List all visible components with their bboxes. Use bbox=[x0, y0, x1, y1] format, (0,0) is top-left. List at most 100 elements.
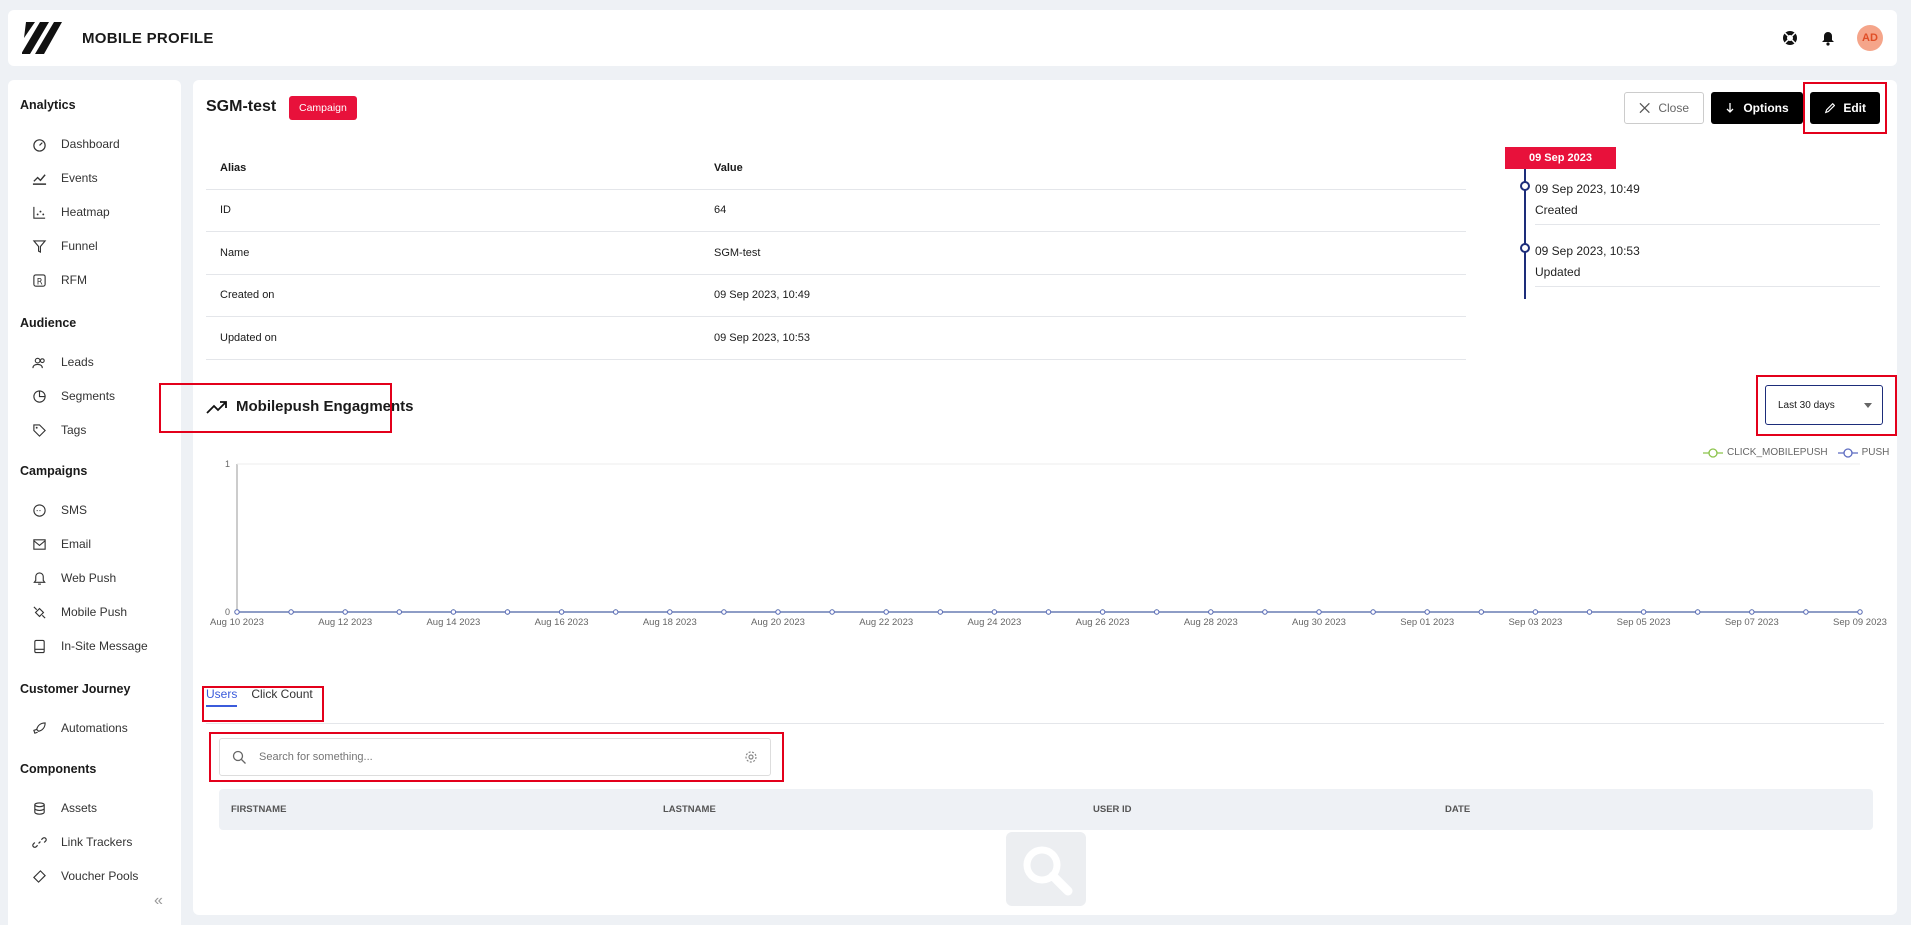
sidebar-section-components: Components bbox=[20, 762, 97, 776]
x-tick-label: Aug 10 2023 bbox=[210, 617, 264, 628]
x-tick-label: Aug 12 2023 bbox=[318, 617, 372, 628]
data-point[interactable] bbox=[342, 609, 348, 615]
sidebar-item-dashboard[interactable]: Dashboard bbox=[32, 135, 120, 153]
data-point[interactable] bbox=[667, 609, 673, 615]
data-point[interactable] bbox=[1045, 609, 1052, 615]
data-point[interactable] bbox=[396, 609, 403, 615]
satellite-icon bbox=[33, 605, 46, 619]
search-input[interactable] bbox=[259, 751, 719, 763]
search-icon bbox=[232, 750, 246, 764]
data-point[interactable] bbox=[775, 609, 781, 615]
sidebar-item-automations[interactable]: Automations bbox=[32, 719, 128, 737]
column-header-firstname[interactable]: FIRSTNAME bbox=[231, 804, 286, 815]
sidebar-section-audience: Audience bbox=[20, 316, 77, 330]
data-point[interactable] bbox=[1154, 609, 1160, 615]
sidebar-item-assets[interactable]: Assets bbox=[32, 799, 97, 817]
avatar[interactable]: AD bbox=[1857, 25, 1883, 51]
timeline-entry: 09 Sep 2023, 10:53 Updated bbox=[1535, 237, 1880, 287]
sidebar-item-in-site-message[interactable]: In-Site Message bbox=[32, 637, 148, 655]
data-point[interactable] bbox=[1803, 609, 1809, 615]
status-badge: Campaign bbox=[289, 96, 357, 120]
sidebar-item-segments[interactable]: Segments bbox=[32, 387, 115, 405]
edit-button[interactable]: Edit bbox=[1810, 92, 1880, 124]
sidebar-item-mobile-push[interactable]: Mobile Push bbox=[32, 603, 127, 621]
column-header-lastname[interactable]: LASTNAME bbox=[663, 804, 716, 815]
data-point[interactable] bbox=[504, 609, 511, 615]
x-tick-label: Aug 30 2023 bbox=[1292, 617, 1346, 628]
data-point[interactable] bbox=[1099, 609, 1106, 615]
data-point[interactable] bbox=[721, 609, 727, 615]
data-point[interactable] bbox=[829, 609, 835, 615]
x-tick-label: Sep 05 2023 bbox=[1617, 617, 1671, 628]
sidebar-item-web-push[interactable]: Web Push bbox=[32, 569, 116, 587]
data-point[interactable] bbox=[1208, 609, 1214, 615]
data-point[interactable] bbox=[613, 609, 619, 615]
x-tick-label: Aug 22 2023 bbox=[859, 617, 913, 628]
arrow-down-icon bbox=[1726, 103, 1734, 113]
close-button[interactable]: Close bbox=[1624, 92, 1704, 124]
x-tick-label: Sep 09 2023 bbox=[1833, 617, 1887, 628]
link-icon bbox=[32, 836, 47, 848]
sidebar-item-link-trackers[interactable]: Link Trackers bbox=[32, 833, 132, 851]
data-point[interactable] bbox=[937, 609, 943, 615]
data-point[interactable] bbox=[558, 609, 565, 615]
options-button[interactable]: Options bbox=[1711, 92, 1803, 124]
data-point[interactable] bbox=[1370, 609, 1376, 615]
data-point[interactable] bbox=[1478, 609, 1485, 615]
table-row: ID 64 bbox=[206, 190, 1466, 232]
tag-icon bbox=[33, 423, 46, 437]
sidebar-item-tags[interactable]: Tags bbox=[32, 421, 86, 439]
sidebar-item-voucher-pools[interactable]: Voucher Pools bbox=[32, 867, 138, 885]
data-point[interactable] bbox=[1749, 609, 1755, 615]
table-cell: SGM-test bbox=[714, 246, 761, 259]
gauge-icon bbox=[33, 138, 46, 152]
data-point[interactable] bbox=[1695, 609, 1701, 615]
data-point[interactable] bbox=[1316, 609, 1322, 615]
table-cell: 64 bbox=[714, 204, 727, 217]
data-point[interactable] bbox=[1424, 609, 1430, 615]
sidebar-item-heatmap[interactable]: Heatmap bbox=[32, 203, 110, 221]
tab-click-count[interactable]: Click Count bbox=[251, 687, 312, 707]
sidebar-item-events[interactable]: Events bbox=[32, 169, 98, 187]
sidebar-item-label: Email bbox=[61, 537, 92, 551]
collapse-sidebar-icon[interactable]: « bbox=[154, 892, 163, 910]
engagements-title: Mobilepush Engagments bbox=[206, 398, 414, 415]
users-icon bbox=[32, 357, 45, 368]
sidebar-item-label: Tags bbox=[61, 423, 87, 437]
sidebar-item-label: RFM bbox=[61, 273, 87, 287]
data-point[interactable] bbox=[1532, 609, 1539, 615]
sidebar-item-rfm[interactable]: R RFM bbox=[32, 271, 87, 289]
sidebar-section-customer-journey: Customer Journey bbox=[20, 682, 131, 696]
table-cell: ID bbox=[220, 204, 231, 217]
sidebar-item-email[interactable]: Email bbox=[32, 535, 91, 553]
sidebar-item-leads[interactable]: Leads bbox=[32, 353, 94, 371]
sidebar-item-sms[interactable]: SMS bbox=[32, 501, 87, 519]
bell-icon bbox=[33, 571, 46, 585]
data-point[interactable] bbox=[450, 609, 457, 615]
data-point[interactable] bbox=[234, 609, 240, 615]
search-box[interactable] bbox=[219, 738, 771, 776]
data-point[interactable] bbox=[1586, 609, 1593, 615]
data-point[interactable] bbox=[1262, 609, 1268, 615]
logo-icon[interactable] bbox=[22, 16, 66, 60]
data-point[interactable] bbox=[288, 609, 294, 615]
sidebar-item-funnel[interactable]: Funnel bbox=[32, 237, 98, 255]
column-header-user-id[interactable]: USER ID bbox=[1093, 804, 1132, 815]
data-point[interactable] bbox=[883, 609, 889, 615]
x-tick-label: Aug 20 2023 bbox=[751, 617, 805, 628]
column-header-date[interactable]: DATE bbox=[1445, 804, 1470, 815]
date-range-select[interactable]: Last 30 days bbox=[1765, 385, 1883, 425]
gear-icon[interactable] bbox=[744, 750, 758, 764]
timeline-entry-label: Created bbox=[1535, 203, 1578, 217]
tab-users[interactable]: Users bbox=[206, 687, 238, 707]
data-point[interactable] bbox=[1857, 609, 1863, 615]
data-point[interactable] bbox=[1640, 609, 1647, 615]
help-lifebuoy-icon[interactable] bbox=[1781, 29, 1799, 47]
data-point[interactable] bbox=[991, 609, 998, 615]
notification-bell-icon[interactable] bbox=[1819, 29, 1837, 47]
timeline-entry-time: 09 Sep 2023, 10:49 bbox=[1535, 182, 1640, 196]
tablet-icon bbox=[34, 639, 45, 653]
x-tick-label: Aug 26 2023 bbox=[1076, 617, 1130, 628]
x-tick-label: Aug 28 2023 bbox=[1184, 617, 1238, 628]
timeline-entry-time: 09 Sep 2023, 10:53 bbox=[1535, 244, 1640, 258]
